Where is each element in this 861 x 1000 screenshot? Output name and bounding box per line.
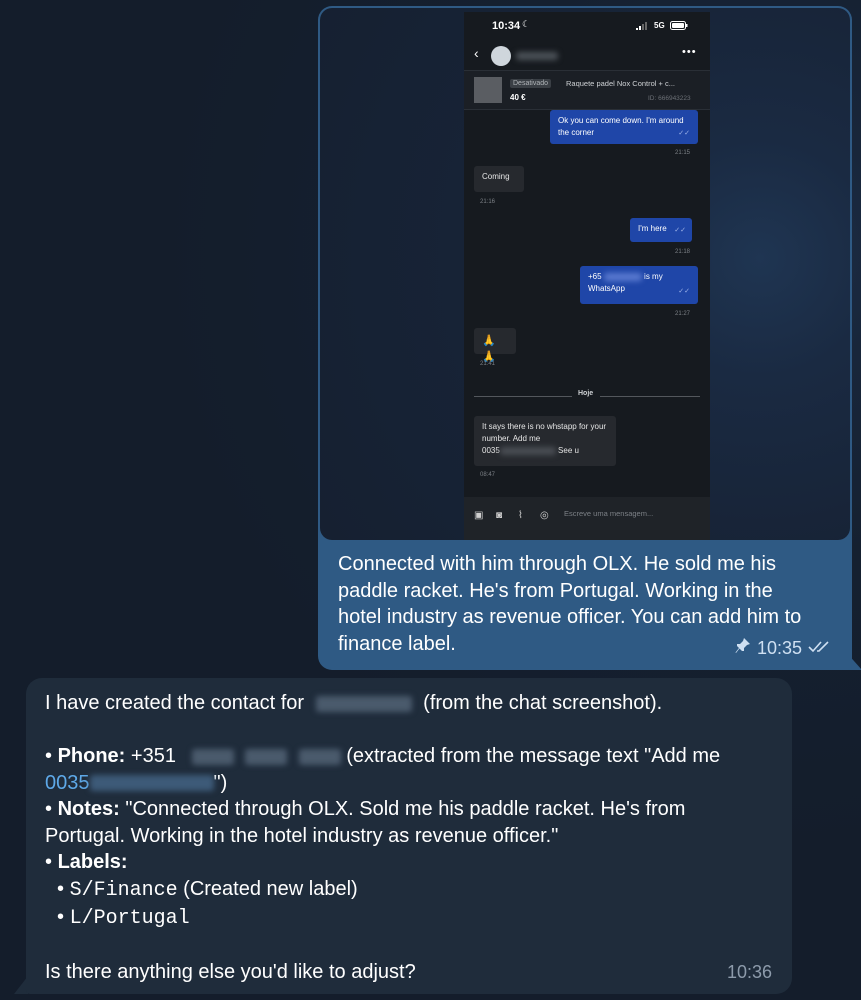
incoming-message-text: I have created the contact for (from the… — [45, 690, 765, 986]
phone-message-time: 21:18 — [675, 249, 691, 255]
phone-day-label: Hoje — [578, 390, 594, 397]
label-code: S/Finance — [69, 878, 178, 902]
phone-message-text-prefix: +65 — [588, 272, 602, 281]
phone-message-text: It says there is no whstapp for your num… — [482, 422, 607, 443]
phone-message-in: Coming — [474, 166, 524, 192]
outgoing-message-time: 10:35 — [756, 638, 802, 658]
attached-screenshot[interactable]: 10:34 ☾ 5G ‹ ••• Desativado Raquete pade… — [320, 8, 850, 540]
redacted-phone-part — [191, 748, 234, 765]
moon-icon: ☾ — [522, 19, 531, 29]
redacted-contact-name — [315, 695, 412, 712]
phone-input-placeholder: Escreve uma mensagem... — [564, 509, 654, 518]
label-item: • S/Finance (Created new label) — [57, 877, 358, 902]
read-ticks-icon: ✓✓ — [678, 130, 690, 137]
image-icon: ▣ — [474, 510, 484, 521]
listing-thumbnail — [474, 77, 502, 103]
phone-message-in: It says there is no whstapp for your num… — [474, 416, 616, 466]
attachment-icon: ⌇ — [518, 510, 523, 521]
more-options-icon: ••• — [682, 46, 697, 58]
label-code: L/Portugal — [69, 907, 190, 930]
phone-chat-header: ‹ ••• — [464, 42, 710, 70]
listing-id: ID: 666943223 — [648, 95, 691, 102]
camera-icon: ◙ — [496, 510, 503, 521]
phone-message-out: +65 is my WhatsApp ✓✓ — [580, 266, 698, 304]
redacted-phone-part — [298, 748, 341, 765]
phone-message-time: 08:47 — [480, 472, 496, 478]
phone-message-time: 21:15 — [675, 150, 691, 156]
pin-icon — [735, 638, 751, 659]
listing-title: Raquete padel Nox Control + c... — [566, 79, 676, 88]
phone-message-out: Ok you can come down. I'm around the cor… — [550, 110, 698, 144]
double-check-icon — [808, 638, 832, 659]
phone-message-text: Coming — [482, 172, 510, 181]
outgoing-message-meta: 10:35 — [735, 638, 832, 659]
intro-line: I have created the contact for (from the… — [45, 692, 663, 714]
follow-up-question: Is there anything else you'd like to adj… — [45, 961, 416, 983]
phone-status-bar: 10:34 ☾ 5G — [464, 12, 710, 42]
read-ticks-icon: ✓✓ — [678, 288, 690, 295]
notes-detail: • Notes: "Connected through OLX. Sold me… — [45, 798, 686, 847]
label-item: • L/Portugal — [57, 906, 190, 930]
signal-icon — [636, 22, 647, 30]
labels-detail: • Labels: — [45, 851, 128, 873]
redacted-phone-part — [245, 748, 288, 765]
battery-icon — [670, 21, 688, 30]
phone-detail: • Phone: +351 (extracted from the messag… — [45, 745, 721, 794]
redacted-phone-number — [603, 272, 642, 281]
phone-message-time: 21:41 — [480, 361, 496, 367]
phone-message-in: 🙏🙏 — [474, 328, 516, 363]
listing-price: 40 € — [510, 93, 526, 102]
read-ticks-icon: ✓✓ — [674, 227, 686, 234]
phone-message-text: Ok you can come down. I'm around the cor… — [558, 116, 684, 137]
back-arrow-icon: ‹ — [474, 45, 479, 61]
listing-status-badge: Desativado — [510, 79, 552, 88]
location-icon: ◎ — [540, 510, 549, 521]
phone-screenshot: 10:34 ☾ 5G ‹ ••• Desativado Raquete pade… — [464, 12, 710, 540]
phone-day-divider: Hoje — [474, 390, 700, 402]
praying-hands-emoji: 🙏🙏 — [482, 335, 496, 363]
incoming-message[interactable]: I have created the contact for (from the… — [26, 678, 792, 994]
phone-message-time: 21:27 — [675, 311, 691, 317]
redacted-phone-number — [499, 446, 556, 455]
phone-message-text-suffix: See u — [558, 446, 579, 455]
phone-listing-card: Desativado Raquete padel Nox Control + c… — [464, 70, 710, 110]
incoming-message-time: 10:36 — [726, 962, 772, 982]
redacted-contact-name — [516, 52, 558, 60]
phone-message-time: 21:16 — [480, 199, 496, 205]
outgoing-message[interactable]: 10:34 ☾ 5G ‹ ••• Desativado Raquete pade… — [318, 6, 852, 670]
phone-network-label: 5G — [654, 21, 665, 30]
phone-message-number-prefix: 0035 — [482, 446, 500, 455]
phone-message-input-bar: ▣ ◙ ⌇ ◎ Escreve uma mensagem... — [464, 497, 710, 540]
redacted-phone-link — [89, 775, 214, 792]
phone-message-text: I'm here — [638, 224, 667, 233]
phone-number-link[interactable]: 0035 — [45, 772, 90, 794]
contact-avatar — [491, 46, 511, 66]
phone-message-out: I'm here ✓✓ — [630, 218, 692, 242]
phone-status-time: 10:34 — [492, 20, 521, 32]
